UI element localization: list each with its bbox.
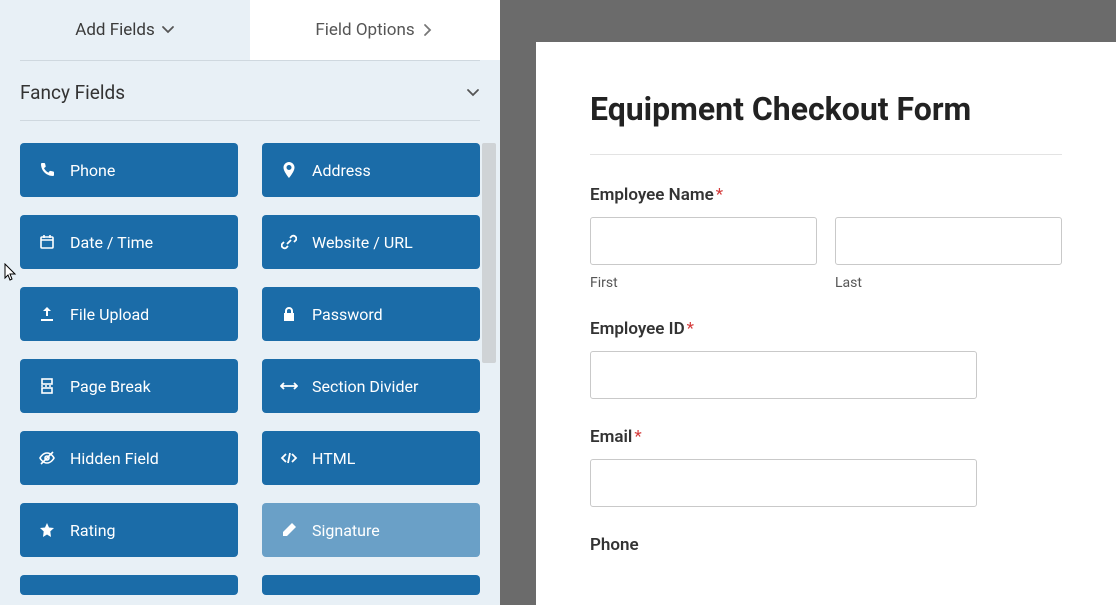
required-marker: * — [687, 319, 694, 339]
page-break-icon — [38, 377, 56, 395]
field-html[interactable]: HTML — [262, 431, 480, 485]
tabs: Add Fields Field Options — [0, 0, 500, 60]
scrollbar-thumb[interactable] — [482, 143, 496, 363]
code-icon — [280, 449, 298, 467]
chevron-down-icon — [161, 23, 175, 37]
field-label: Section Divider — [312, 377, 418, 396]
field-file-upload[interactable]: File Upload — [20, 287, 238, 341]
first-name-input[interactable] — [590, 217, 817, 265]
required-marker: * — [634, 427, 641, 447]
field-label: Page Break — [70, 377, 151, 396]
field-label: Address — [312, 161, 371, 180]
name-last-col: Last — [835, 217, 1062, 291]
field-date-time[interactable]: Date / Time — [20, 215, 238, 269]
field-page-break[interactable]: Page Break — [20, 359, 238, 413]
field-extra-2[interactable] — [262, 575, 480, 595]
arrows-h-icon — [280, 377, 298, 395]
upload-icon — [38, 305, 56, 323]
map-pin-icon — [280, 161, 298, 179]
field-employee-name[interactable]: Employee Name* First Last — [590, 185, 1062, 291]
label-text: Employee Name — [590, 185, 714, 205]
sublabel: Last — [835, 275, 1062, 291]
field-label: Hidden Field — [70, 449, 159, 468]
field-label: Phone — [590, 535, 1062, 555]
field-label: Password — [312, 305, 383, 324]
field-grid: Phone Address Date / Time Website / URL — [0, 143, 500, 595]
field-signature[interactable]: Signature — [262, 503, 480, 557]
field-label: HTML — [312, 449, 355, 468]
sublabel: First — [590, 275, 817, 291]
field-extra-1[interactable] — [20, 575, 238, 595]
field-password[interactable]: Password — [262, 287, 480, 341]
tab-field-options[interactable]: Field Options — [250, 0, 500, 60]
field-phone[interactable]: Phone — [20, 143, 238, 197]
field-label: Employee Name* — [590, 185, 1062, 205]
field-section-divider[interactable]: Section Divider — [262, 359, 480, 413]
pencil-icon — [280, 521, 298, 539]
divider — [590, 154, 1062, 155]
eye-slash-icon — [38, 449, 56, 467]
field-label: Rating — [70, 521, 116, 540]
lock-icon — [280, 305, 298, 323]
form-preview: Equipment Checkout Form Employee Name* F… — [536, 42, 1116, 605]
field-label: File Upload — [70, 305, 149, 324]
section-header-fancy-fields[interactable]: Fancy Fields — [0, 61, 500, 120]
field-hidden-field[interactable]: Hidden Field — [20, 431, 238, 485]
divider — [20, 120, 480, 121]
required-marker: * — [716, 185, 723, 205]
left-panel: Add Fields Field Options Fancy Fields Ph… — [0, 0, 500, 605]
field-rating[interactable]: Rating — [20, 503, 238, 557]
tab-label: Add Fields — [75, 20, 155, 40]
field-employee-id[interactable]: Employee ID* — [590, 319, 1062, 399]
field-label: Phone — [70, 161, 115, 180]
tab-add-fields[interactable]: Add Fields — [0, 0, 250, 60]
chevron-right-icon — [421, 23, 435, 37]
field-phone[interactable]: Phone — [590, 535, 1062, 567]
star-icon — [38, 521, 56, 539]
chevron-down-icon — [466, 86, 480, 100]
field-label: Signature — [312, 521, 380, 540]
label-text: Phone — [590, 535, 639, 555]
field-label: Date / Time — [70, 233, 153, 252]
phone-icon — [38, 161, 56, 179]
field-label: Website / URL — [312, 233, 413, 252]
field-address[interactable]: Address — [262, 143, 480, 197]
form-title: Equipment Checkout Form — [590, 90, 1062, 128]
email-input[interactable] — [590, 459, 977, 507]
field-label: Employee ID* — [590, 319, 1062, 339]
label-text: Email — [590, 427, 632, 447]
section-title: Fancy Fields — [20, 81, 125, 104]
name-first-col: First — [590, 217, 817, 291]
tab-label: Field Options — [315, 20, 414, 40]
last-name-input[interactable] — [835, 217, 1062, 265]
employee-id-input[interactable] — [590, 351, 977, 399]
link-icon — [280, 233, 298, 251]
field-grid-wrapper: Phone Address Date / Time Website / URL — [0, 143, 500, 605]
name-row: First Last — [590, 217, 1062, 291]
calendar-icon — [38, 233, 56, 251]
field-website-url[interactable]: Website / URL — [262, 215, 480, 269]
field-email[interactable]: Email* — [590, 427, 1062, 507]
field-label: Email* — [590, 427, 1062, 447]
label-text: Employee ID — [590, 319, 685, 339]
